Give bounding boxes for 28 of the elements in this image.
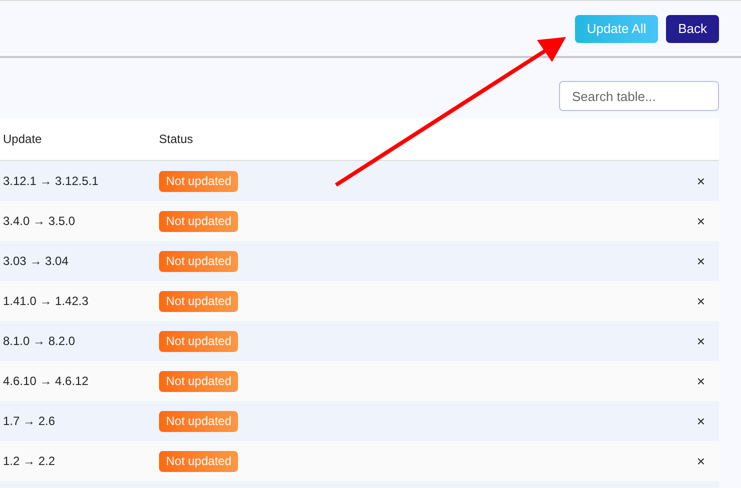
status-badge: Not updated bbox=[159, 250, 238, 272]
remove-button[interactable]: × bbox=[696, 374, 705, 388]
status-badge: Not updated bbox=[159, 450, 238, 472]
version-cell-text: 1.41.0 → 1.42.3 bbox=[3, 293, 90, 310]
remove-button[interactable]: × bbox=[696, 294, 705, 308]
status-badge: Not updated bbox=[159, 170, 238, 192]
remove-button[interactable]: × bbox=[696, 174, 705, 188]
column-header: Update bbox=[3, 131, 43, 148]
column-header: Status bbox=[159, 131, 194, 148]
status-badge: Not updated bbox=[159, 210, 238, 232]
header-button[interactable]: Back bbox=[666, 14, 719, 42]
status-badge: Not updated bbox=[159, 330, 238, 352]
search-field[interactable]: Search table... bbox=[559, 81, 719, 111]
remove-button[interactable]: × bbox=[696, 254, 705, 268]
status-badge: Not updated bbox=[159, 410, 238, 432]
version-cell-text: 3.03 → 3.04 bbox=[3, 253, 70, 270]
status-badge: Not updated bbox=[159, 290, 238, 312]
remove-button[interactable]: × bbox=[696, 414, 705, 428]
version-cell-text: 8.1.0 → 8.2.0 bbox=[3, 333, 76, 350]
version-cell-text: 4.6.10 → 4.6.12 bbox=[3, 373, 90, 390]
version-cell-text: 3.4.0 → 3.5.0 bbox=[3, 213, 76, 230]
remove-button[interactable]: × bbox=[696, 214, 705, 228]
version-cell-text: 1.7 → 2.6 bbox=[3, 413, 56, 430]
status-badge: Not updated bbox=[159, 370, 238, 392]
version-cell-text: 3.12.1 → 3.12.5.1 bbox=[3, 173, 100, 190]
remove-button[interactable]: × bbox=[696, 334, 705, 348]
version-cell-text: 1.2 → 2.2 bbox=[3, 453, 56, 470]
remove-button[interactable]: × bbox=[696, 454, 705, 468]
